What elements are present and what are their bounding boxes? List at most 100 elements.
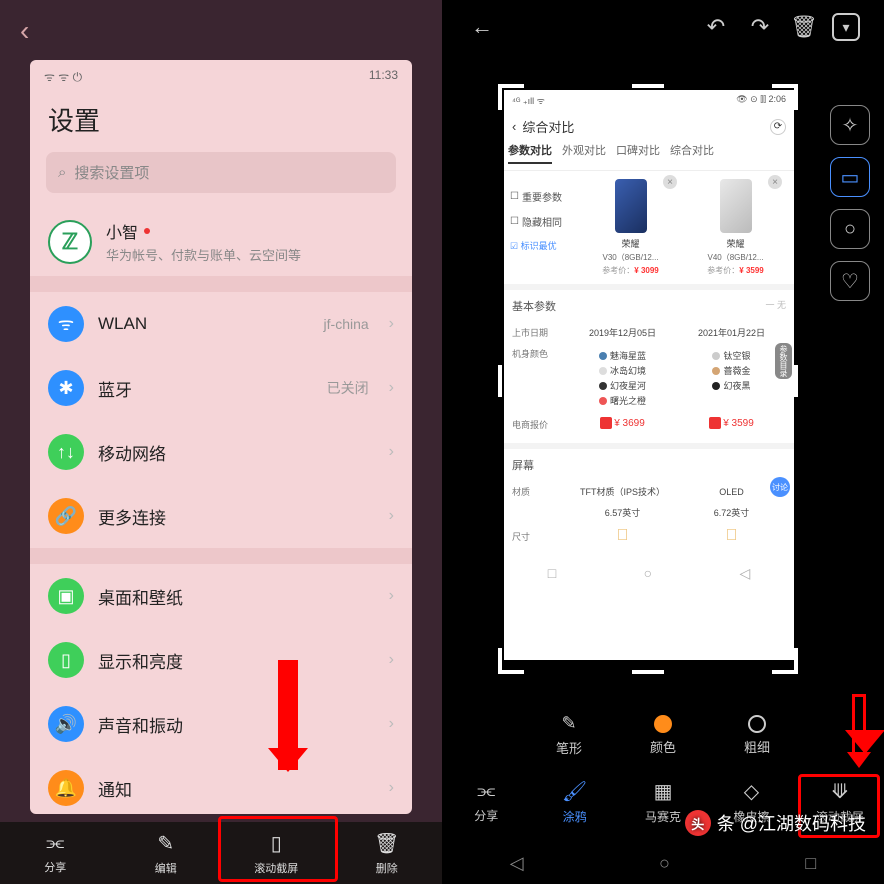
status-time: 11:33 bbox=[369, 68, 398, 85]
redo-icon[interactable]: ↷ bbox=[744, 11, 776, 43]
undo-icon[interactable]: ↶ bbox=[700, 11, 732, 43]
product-card[interactable]: ×荣耀V40（8GB/12...参考价：¥ 3599 bbox=[683, 179, 788, 276]
product-card[interactable]: ×荣耀V30（8GB/12...参考价：¥ 3099 bbox=[578, 179, 683, 276]
page-title: 设置 bbox=[30, 89, 412, 152]
watermark: 头 条 @江湖数码科技 bbox=[685, 810, 866, 836]
checkbox-important[interactable]: ☐ 重要参数 bbox=[510, 189, 578, 204]
search-icon: ⌕ bbox=[58, 164, 66, 181]
tab-2[interactable]: 口碑对比 bbox=[616, 142, 660, 164]
link-icon: 🔗 bbox=[48, 498, 84, 534]
mode-brush[interactable]: 🖌涂鸦 bbox=[530, 772, 618, 832]
nav-square-icon[interactable]: □ bbox=[548, 565, 556, 582]
tab-3[interactable]: 综合对比 bbox=[670, 142, 714, 164]
setting-row-wallpaper[interactable]: ▣桌面和壁纸› bbox=[30, 564, 412, 628]
checkbox-hide-same[interactable]: ☐ 隐藏相同 bbox=[510, 214, 578, 229]
pen-weight[interactable]: 粗细 bbox=[744, 715, 770, 756]
chevron-right-icon: › bbox=[389, 779, 394, 797]
phone-outline-icon: ⎕ bbox=[677, 527, 786, 545]
signal-icon: ᯤ ᯤ ⏻ bbox=[44, 68, 82, 85]
tab-0[interactable]: 参数对比 bbox=[508, 142, 552, 164]
toutiao-logo-icon: 头 bbox=[685, 810, 711, 836]
comparison-app: ⁴ᴳ ₊ıll ᯤ👁 ⊙ ⫿⫿ 2:06 ‹ 综合对比 ⟳ 参数对比外观对比口碑… bbox=[504, 90, 794, 660]
setting-row-display[interactable]: ▯显示和亮度› bbox=[30, 628, 412, 692]
phone-outline-icon: ⎕ bbox=[568, 527, 677, 545]
chevron-right-icon: › bbox=[389, 315, 394, 333]
discuss-badge[interactable]: 讨论 bbox=[770, 477, 790, 497]
chevron-right-icon: › bbox=[389, 443, 394, 461]
settings-app: ᯤ ᯤ ⏻ 11:33 设置 ⌕ 搜索设置项 ℤ 小智 华为帐号、付款与账单、云… bbox=[30, 60, 412, 814]
red-dot-icon bbox=[144, 228, 150, 234]
wallpaper-icon: ▣ bbox=[48, 578, 84, 614]
setting-row-notif[interactable]: 🔔通知› bbox=[30, 756, 412, 814]
rect-tool[interactable]: ▭ bbox=[830, 157, 870, 197]
bt-icon: ✱ bbox=[48, 370, 84, 406]
shape-tools: ✧ ▭ ○ ♡ bbox=[830, 105, 874, 301]
profile-row[interactable]: ℤ 小智 华为帐号、付款与账单、云空间等 bbox=[30, 207, 412, 276]
left-screenshot: ‹ ᯤ ᯤ ⏻ 11:33 设置 ⌕ 搜索设置项 ℤ 小智 华为帐号、付款与账单… bbox=[0, 0, 442, 884]
eraser-icon: ◇ bbox=[744, 779, 759, 804]
puzzle-tool[interactable]: ✧ bbox=[830, 105, 870, 145]
nav-circle-icon[interactable]: ○ bbox=[644, 565, 652, 582]
pen-color[interactable]: 颜色 bbox=[650, 715, 676, 756]
inner-status-bar: ⁴ᴳ ₊ıll ᯤ👁 ⊙ ⫿⫿ 2:06 bbox=[504, 90, 794, 111]
toolbar-删除[interactable]: 🗑删除 bbox=[332, 822, 443, 884]
data-icon: ↑↓ bbox=[48, 434, 84, 470]
mode-share[interactable]: ⫘分享 bbox=[442, 772, 530, 832]
back-icon[interactable]: ‹ bbox=[512, 119, 516, 134]
setting-row-wifi[interactable]: ᯤWLANjf-china› bbox=[30, 292, 412, 356]
setting-row-link[interactable]: 🔗更多连接› bbox=[30, 484, 412, 548]
nav-recent-icon[interactable]: □ bbox=[805, 853, 816, 874]
back-icon[interactable]: ‹ bbox=[20, 15, 29, 47]
price-icon bbox=[709, 417, 721, 429]
refresh-icon[interactable]: ⟳ bbox=[770, 119, 786, 135]
notif-icon: 🔔 bbox=[48, 770, 84, 806]
inner-nav-bar: □ ○ ◁ bbox=[504, 557, 794, 586]
sound-icon: 🔊 bbox=[48, 706, 84, 742]
chevron-right-icon: › bbox=[389, 507, 394, 525]
nav-back-icon[interactable]: ◁ bbox=[510, 853, 524, 874]
product-row: ☐ 重要参数 ☐ 隐藏相同 ☑ 标识最优 ×荣耀V30（8GB/12...参考价… bbox=[504, 171, 794, 284]
setting-row-sound[interactable]: 🔊声音和振动› bbox=[30, 692, 412, 756]
screenshot-editor: ← ↶ ↷ 🗑 ▾ ⁴ᴳ ₊ıll ᯤ👁 ⊙ ⫿⫿ 2:06 ‹ 综合对比 bbox=[442, 0, 884, 884]
toolbar-编辑[interactable]: ✎编辑 bbox=[111, 822, 222, 884]
save-icon[interactable]: ▾ bbox=[832, 13, 860, 41]
brush-icon: 🖌 bbox=[562, 779, 587, 804]
screenshot-canvas[interactable]: ⁴ᴳ ₊ıll ᯤ👁 ⊙ ⫿⫿ 2:06 ‹ 综合对比 ⟳ 参数对比外观对比口碑… bbox=[504, 90, 794, 660]
chevron-right-icon: › bbox=[389, 715, 394, 733]
status-bar: ᯤ ᯤ ⏻ 11:33 bbox=[30, 60, 412, 89]
search-input[interactable]: ⌕ 搜索设置项 bbox=[46, 152, 396, 193]
pen-shape[interactable]: ✎笔形 bbox=[556, 713, 582, 757]
nav-back-icon[interactable]: ◁ bbox=[739, 565, 750, 582]
chevron-right-icon: › bbox=[389, 651, 394, 669]
heart-tool[interactable]: ♡ bbox=[830, 261, 870, 301]
phone-image bbox=[720, 179, 752, 233]
setting-row-data[interactable]: ↑↓移动网络› bbox=[30, 420, 412, 484]
mosaic-icon: ▦ bbox=[654, 779, 673, 804]
wifi-icon: ᯤ bbox=[48, 306, 84, 342]
ring-icon bbox=[748, 715, 766, 733]
share-icon: ⫘ bbox=[477, 780, 495, 803]
circle-tool[interactable]: ○ bbox=[830, 209, 870, 249]
editor-top-bar: ← ↶ ↷ 🗑 ▾ bbox=[442, 0, 884, 54]
comparison-header[interactable]: ‹ 综合对比 ⟳ bbox=[504, 111, 794, 142]
toolbar-分享[interactable]: ⫘分享 bbox=[0, 822, 111, 884]
chevron-right-icon: › bbox=[389, 587, 394, 605]
back-icon[interactable]: ← bbox=[466, 11, 498, 43]
color-swatch-icon bbox=[654, 715, 672, 733]
nav-home-icon[interactable]: ○ bbox=[659, 853, 670, 874]
avatar-icon: ℤ bbox=[48, 220, 92, 264]
chevron-right-icon: › bbox=[389, 379, 394, 397]
setting-row-bt[interactable]: ✱蓝牙已关闭› bbox=[30, 356, 412, 420]
close-icon[interactable]: × bbox=[768, 175, 782, 189]
comparison-tabs[interactable]: 参数对比外观对比口碑对比综合对比 bbox=[504, 142, 794, 171]
display-icon: ▯ bbox=[48, 642, 84, 678]
param-index-badge[interactable]: 参数目录 bbox=[775, 343, 792, 379]
price-icon bbox=[600, 417, 612, 429]
delete-icon[interactable]: 🗑 bbox=[788, 11, 820, 43]
red-arrow-annotation bbox=[278, 660, 298, 770]
mark-best[interactable]: ☑ 标识最优 bbox=[510, 239, 578, 252]
tab-1[interactable]: 外观对比 bbox=[562, 142, 606, 164]
close-icon[interactable]: × bbox=[663, 175, 677, 189]
system-nav-bar: ◁ ○ □ bbox=[442, 842, 884, 884]
red-arrow-annotation bbox=[852, 694, 866, 752]
